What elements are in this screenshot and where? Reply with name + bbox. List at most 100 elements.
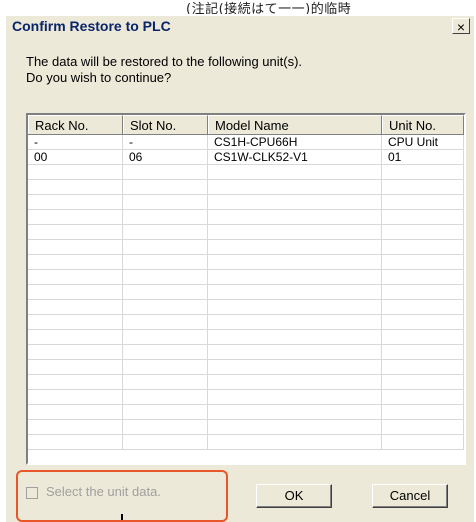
cancel-button[interactable]: Cancel xyxy=(372,484,448,508)
table-row-empty[interactable] xyxy=(28,420,464,435)
table-row-empty[interactable] xyxy=(28,330,464,345)
close-button[interactable]: × xyxy=(452,18,470,35)
table-cell-empty xyxy=(123,285,208,299)
table-cell-empty xyxy=(123,360,208,374)
table-cell-empty xyxy=(123,240,208,254)
table-cell-empty xyxy=(28,375,123,389)
empty-rows xyxy=(28,165,464,450)
table-cell-empty xyxy=(382,405,464,419)
table-cell-empty xyxy=(208,225,382,239)
table-cell-empty xyxy=(28,315,123,329)
table-row-empty[interactable] xyxy=(28,345,464,360)
table-cell-empty xyxy=(123,300,208,314)
table-cell-empty xyxy=(208,255,382,269)
table-cell-empty xyxy=(208,420,382,434)
table-cell-empty xyxy=(208,300,382,314)
table-cell-empty xyxy=(28,345,123,359)
cell-rack-no: 00 xyxy=(28,150,123,164)
table-row-empty[interactable] xyxy=(28,300,464,315)
table-cell-empty xyxy=(123,315,208,329)
cell-unit-no: CPU Unit xyxy=(382,135,464,149)
table-row-empty[interactable] xyxy=(28,435,464,450)
table-cell-empty xyxy=(28,405,123,419)
table-cell-empty xyxy=(382,435,464,449)
cell-model-name: CS1W-CLK52-V1 xyxy=(208,150,382,164)
table-row-empty[interactable] xyxy=(28,375,464,390)
table-row-empty[interactable] xyxy=(28,315,464,330)
table-cell-empty xyxy=(382,240,464,254)
select-unit-data-label: Select the unit data. xyxy=(46,484,161,499)
table-cell-empty xyxy=(382,330,464,344)
table-cell-empty xyxy=(123,195,208,209)
table-cell-empty xyxy=(28,435,123,449)
title-bar[interactable]: Confirm Restore to PLC × xyxy=(6,16,474,38)
table-cell-empty xyxy=(28,255,123,269)
table-cell-empty xyxy=(28,180,123,194)
table-row-empty[interactable] xyxy=(28,195,464,210)
table-cell-empty xyxy=(382,210,464,224)
table-cell-empty xyxy=(382,390,464,404)
table-cell-empty xyxy=(123,405,208,419)
table-cell-empty xyxy=(28,360,123,374)
table-row-empty[interactable] xyxy=(28,270,464,285)
table-cell-empty xyxy=(208,315,382,329)
table-cell-empty xyxy=(28,330,123,344)
column-header-model-name[interactable]: Model Name xyxy=(208,115,382,134)
table-cell-empty xyxy=(208,285,382,299)
message-line-2: Do you wish to continue? xyxy=(26,70,172,85)
table-cell-empty xyxy=(382,315,464,329)
table-row-empty[interactable] xyxy=(28,360,464,375)
background-text: (注記(接続はて一一)的临時 xyxy=(186,2,352,14)
cell-slot-no: - xyxy=(123,135,208,149)
table-cell-empty xyxy=(123,435,208,449)
cell-unit-no: 01 xyxy=(382,150,464,164)
table-row-empty[interactable] xyxy=(28,180,464,195)
table-cell-empty xyxy=(382,180,464,194)
table-cell-empty xyxy=(123,255,208,269)
table-cell-empty xyxy=(123,330,208,344)
table-row-empty[interactable] xyxy=(28,210,464,225)
table-cell-empty xyxy=(208,210,382,224)
column-header-unit-no[interactable]: Unit No. xyxy=(382,115,464,134)
cell-slot-no: 06 xyxy=(123,150,208,164)
table-cell-empty xyxy=(382,360,464,374)
unit-list-table[interactable]: Rack No. Slot No. Model Name Unit No. - … xyxy=(26,113,466,465)
table-cell-empty xyxy=(382,195,464,209)
message-line-1: The data will be restored to the followi… xyxy=(26,54,303,69)
table-cell-empty xyxy=(208,180,382,194)
table-row-empty[interactable] xyxy=(28,285,464,300)
dialog-footer: Select the unit data. OK Cancel xyxy=(6,466,474,522)
table-row-empty[interactable] xyxy=(28,405,464,420)
table-cell-empty xyxy=(382,420,464,434)
column-header-rack-no[interactable]: Rack No. xyxy=(28,115,123,134)
table-cell-empty xyxy=(123,165,208,179)
table-row-empty[interactable] xyxy=(28,390,464,405)
table-cell-empty xyxy=(123,270,208,284)
table-cell-empty xyxy=(123,210,208,224)
table-row[interactable]: 00 06 CS1W-CLK52-V1 01 xyxy=(28,150,464,165)
table-cell-empty xyxy=(208,435,382,449)
table-cell-empty xyxy=(208,240,382,254)
table-cell-empty xyxy=(382,375,464,389)
column-header-slot-no[interactable]: Slot No. xyxy=(123,115,208,134)
table-row-empty[interactable] xyxy=(28,255,464,270)
table-cell-empty xyxy=(123,225,208,239)
table-cell-empty xyxy=(28,165,123,179)
ok-button[interactable]: OK xyxy=(256,484,332,508)
table-row-empty[interactable] xyxy=(28,165,464,180)
table-row-empty[interactable] xyxy=(28,225,464,240)
table-cell-empty xyxy=(28,300,123,314)
table-cell-empty xyxy=(208,270,382,284)
select-unit-data-checkbox[interactable] xyxy=(26,487,38,499)
table-cell-empty xyxy=(382,285,464,299)
dialog-title: Confirm Restore to PLC xyxy=(12,18,171,34)
table-row[interactable]: - - CS1H-CPU66H CPU Unit xyxy=(28,135,464,150)
table-cell-empty xyxy=(123,420,208,434)
table-row-empty[interactable] xyxy=(28,240,464,255)
cell-rack-no: - xyxy=(28,135,123,149)
confirm-restore-dialog: Confirm Restore to PLC × The data will b… xyxy=(6,16,474,522)
table-cell-empty xyxy=(208,195,382,209)
message: The data will be restored to the followi… xyxy=(26,54,302,86)
table-cell-empty xyxy=(123,180,208,194)
table-cell-empty xyxy=(208,390,382,404)
